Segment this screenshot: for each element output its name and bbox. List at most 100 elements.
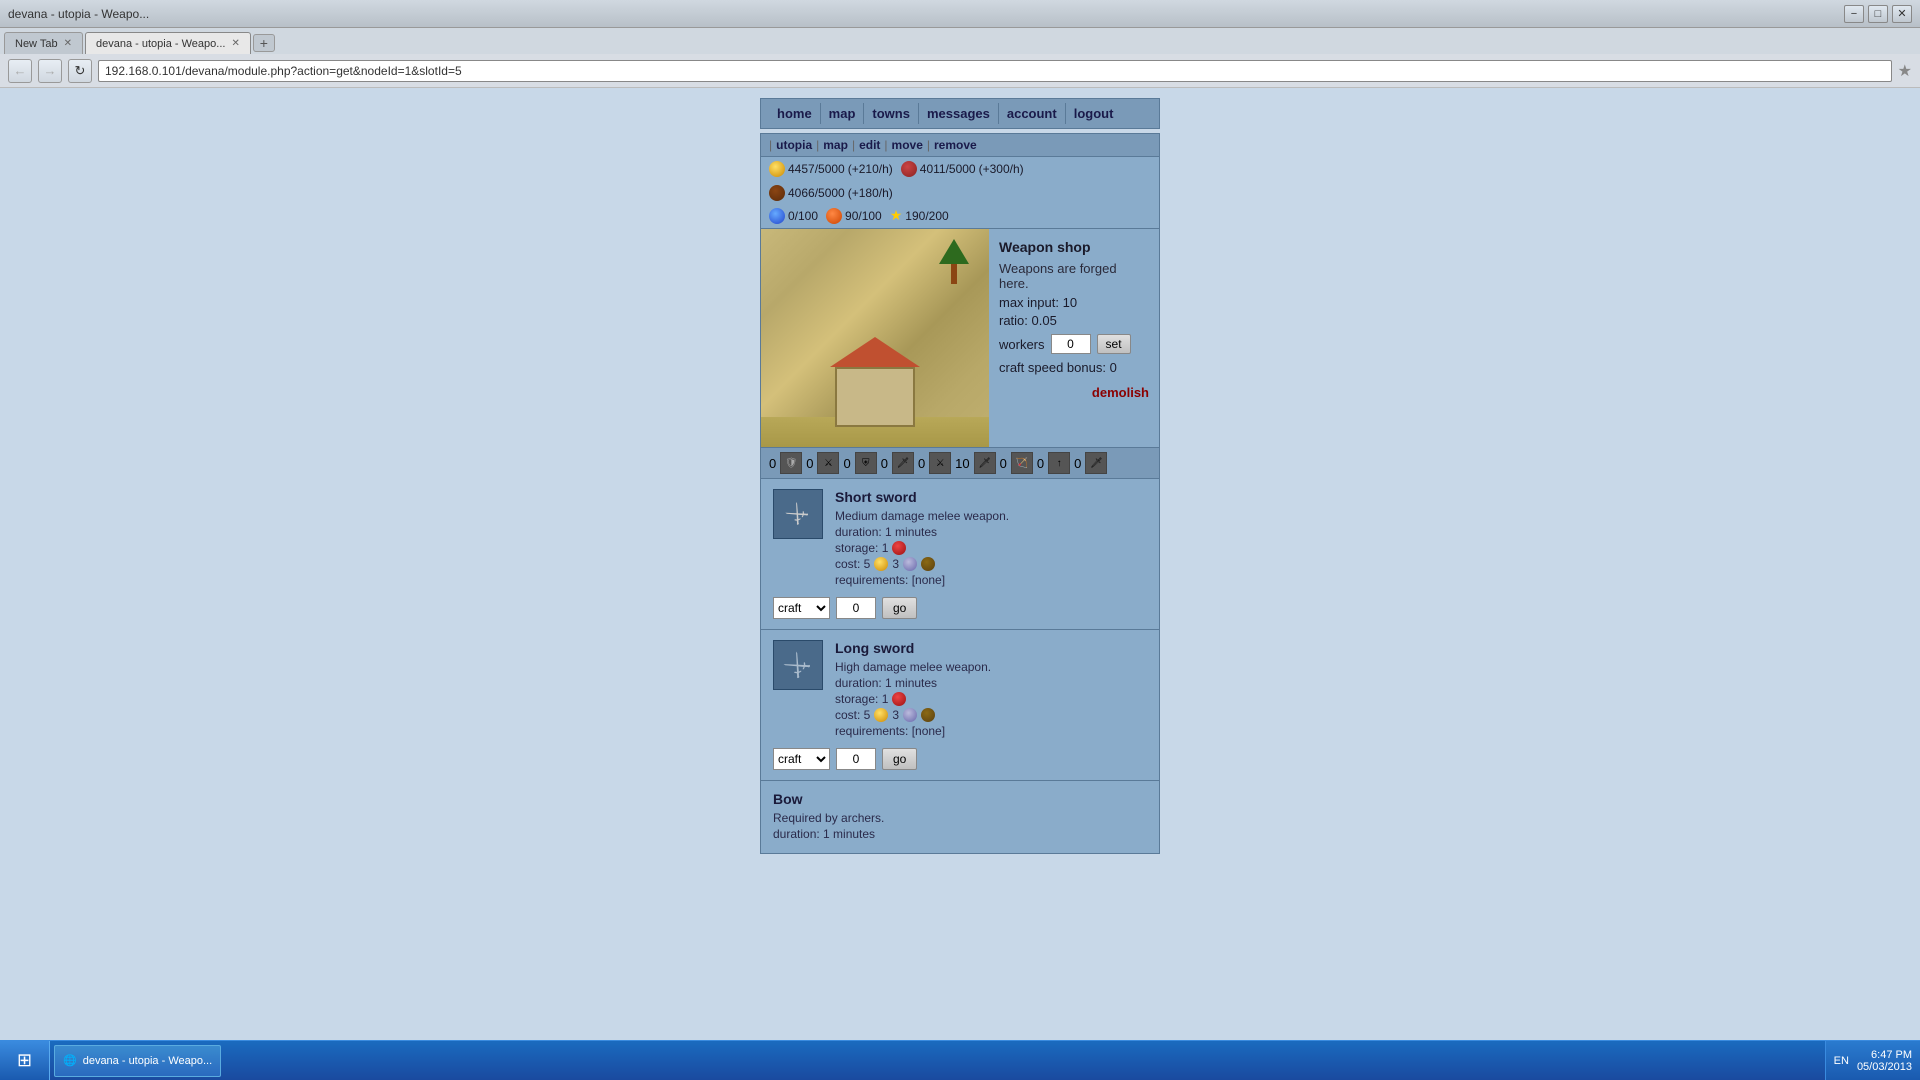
equip-spear-icon: 🗡	[974, 452, 996, 474]
long-sword-craft-select[interactable]: craft cancel	[773, 748, 830, 770]
nav-messages[interactable]: messages	[919, 103, 999, 124]
resource-bar-2: 0/100 90/100 ★ 190/200	[761, 205, 1159, 228]
bow-duration: duration: 1 minutes	[773, 827, 1147, 841]
action-move[interactable]: move	[892, 138, 923, 152]
set-workers-button[interactable]: set	[1097, 334, 1131, 354]
workers-row: workers set	[999, 334, 1149, 354]
equip-count-1: 0	[806, 456, 813, 471]
clock-time: 6:47 PM	[1857, 1049, 1912, 1061]
equip-dagger-icon: 🗡	[1085, 452, 1107, 474]
storage-icon	[892, 541, 906, 555]
resource-bar: 4457/5000 (+210/h) 4011/5000 (+300/h) 40…	[761, 157, 1159, 205]
nav-map[interactable]: map	[821, 103, 865, 124]
building-description: Weapons are forged here.	[999, 261, 1149, 291]
short-sword-storage: storage: 1	[835, 541, 1147, 555]
long-cost-ore-icon	[903, 708, 917, 722]
pop-resource: 0/100	[769, 208, 818, 224]
pop-value: 0/100	[788, 209, 818, 223]
windows-logo-icon: ⊞	[17, 1050, 32, 1071]
equip-count-4: 0	[918, 456, 925, 471]
gold-value: 4457/5000	[788, 162, 845, 176]
gold-rate: (+210/h)	[848, 162, 893, 176]
workers-label: workers	[999, 337, 1045, 352]
demolish-link[interactable]: demolish	[999, 385, 1149, 400]
star-icon: ★	[890, 207, 903, 224]
food-rate: (+300/h)	[979, 162, 1024, 176]
cost-wood-icon	[921, 557, 935, 571]
bookmark-star-icon[interactable]: ★	[1898, 61, 1912, 81]
content-area: Weapon shop Weapons are forged here. max…	[761, 228, 1159, 447]
maximize-button[interactable]: □	[1868, 5, 1888, 23]
tab-newtab[interactable]: New Tab ✕	[4, 32, 83, 54]
tab-close-active-icon[interactable]: ✕	[231, 38, 239, 49]
clock-date: 05/03/2013	[1857, 1061, 1912, 1073]
long-sword-quantity-input[interactable]	[836, 748, 876, 770]
long-storage-icon	[892, 692, 906, 706]
weapon-card-bow: Bow Required by archers. duration: 1 min…	[761, 780, 1159, 853]
weapon-card-long-sword: ⚔ Long sword High damage melee weapon. d…	[761, 629, 1159, 780]
equip-count-2: 0	[843, 456, 850, 471]
forward-button[interactable]: →	[38, 59, 62, 83]
long-sword-go-button[interactable]: go	[882, 748, 917, 770]
action-edit[interactable]: edit	[859, 138, 880, 152]
back-button[interactable]: ←	[8, 59, 32, 83]
tab-label: New Tab	[15, 38, 58, 50]
game-container: home map towns messages account logout |…	[760, 98, 1160, 854]
minimize-button[interactable]: −	[1844, 5, 1864, 23]
long-cost-gold-icon	[874, 708, 888, 722]
short-sword-image: ⚔	[773, 489, 823, 539]
long-sword-storage: storage: 1	[835, 692, 1147, 706]
equip-count-3: 0	[881, 456, 888, 471]
short-sword-craft-row: craft cancel go	[773, 597, 1147, 619]
wood-rate: (+180/h)	[848, 186, 893, 200]
wood-value: 4066/5000	[788, 186, 845, 200]
short-sword-craft-select[interactable]: craft cancel	[773, 597, 830, 619]
short-sword-desc: Medium damage melee weapon.	[835, 509, 1147, 523]
short-sword-duration: duration: 1 minutes	[835, 525, 1147, 539]
short-sword-name: Short sword	[835, 489, 1147, 505]
address-bar[interactable]	[98, 60, 1892, 82]
nav-logout[interactable]: logout	[1066, 103, 1122, 124]
equip-count-8: 0	[1074, 456, 1081, 471]
long-cost-wood-icon	[921, 708, 935, 722]
taskbar-items: 🌐 devana - utopia - Weapo...	[50, 1041, 1825, 1080]
long-sword-desc: High damage melee weapon.	[835, 660, 1147, 674]
long-sword-image: ⚔	[773, 640, 823, 690]
star-value: 190/200	[905, 209, 948, 223]
tab-devana[interactable]: devana - utopia - Weapo... ✕	[85, 32, 251, 54]
equip-sword1-icon: 🗡	[892, 452, 914, 474]
action-remove[interactable]: remove	[934, 138, 977, 152]
nav-home[interactable]: home	[769, 103, 821, 124]
close-button[interactable]: ✕	[1892, 5, 1912, 23]
bow-name: Bow	[773, 791, 1147, 807]
separator: |	[769, 138, 772, 152]
short-sword-go-button[interactable]: go	[882, 597, 917, 619]
equip-sword2-icon: ⚔	[929, 452, 951, 474]
building-image	[761, 229, 989, 447]
workers-input[interactable]	[1051, 334, 1091, 354]
browser-content: home map towns messages account logout |…	[0, 88, 1920, 1040]
new-tab-button[interactable]: +	[253, 34, 275, 52]
nav-towns[interactable]: towns	[864, 103, 919, 124]
reload-button[interactable]: ↻	[68, 59, 92, 83]
equip-bow-icon: 🏹	[1011, 452, 1033, 474]
building-3d	[835, 367, 915, 427]
tab-label-active: devana - utopia - Weapo...	[96, 38, 225, 50]
language-indicator: EN	[1834, 1055, 1849, 1067]
equip-count-0: 0	[769, 456, 776, 471]
browser-title: devana - utopia - Weapo...	[8, 7, 1840, 21]
army-value: 90/100	[845, 209, 882, 223]
start-button[interactable]: ⊞	[0, 1041, 50, 1080]
nav-account[interactable]: account	[999, 103, 1066, 124]
cost-gold-icon	[874, 557, 888, 571]
tab-close-icon[interactable]: ✕	[64, 38, 72, 49]
taskbar-item-browser[interactable]: 🌐 devana - utopia - Weapo...	[54, 1045, 221, 1077]
short-sword-quantity-input[interactable]	[836, 597, 876, 619]
food-resource: 4011/5000 (+300/h)	[901, 161, 1024, 177]
short-sword-cost: cost: 5 3	[835, 557, 1147, 571]
action-utopia[interactable]: utopia	[776, 138, 812, 152]
equip-count-7: 0	[1037, 456, 1044, 471]
pop-icon	[769, 208, 785, 224]
action-map[interactable]: map	[823, 138, 848, 152]
equip-arrow-icon: ↑	[1048, 452, 1070, 474]
